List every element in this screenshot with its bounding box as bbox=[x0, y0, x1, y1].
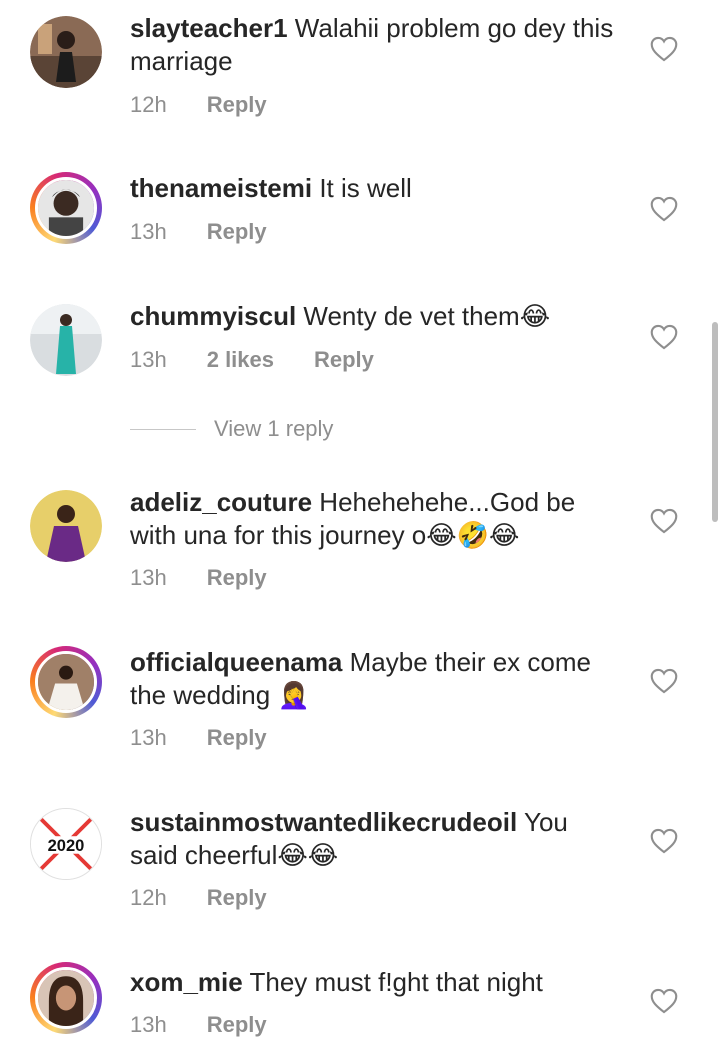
crossed-2020-logo-icon: 2020 bbox=[31, 809, 101, 879]
like-heart-icon[interactable] bbox=[650, 508, 678, 534]
comment-username[interactable]: adeliz_couture bbox=[130, 487, 312, 517]
comment-time: 12h bbox=[130, 92, 167, 117]
avatar-2020-text: 2020 bbox=[48, 836, 85, 855]
comment-text: xom_mie They must f!ght that night bbox=[130, 966, 620, 999]
avatar[interactable] bbox=[30, 962, 102, 1034]
reply-button[interactable]: Reply bbox=[207, 219, 267, 245]
comment-body: They must f!ght that night bbox=[249, 967, 543, 997]
like-heart-icon[interactable] bbox=[650, 196, 678, 222]
comment-time: 13h bbox=[130, 219, 167, 244]
comment-meta: 13h Reply bbox=[130, 219, 267, 245]
reply-button[interactable]: Reply bbox=[207, 565, 267, 591]
reply-button[interactable]: Reply bbox=[314, 347, 374, 373]
view-replies-label: View 1 reply bbox=[214, 416, 334, 441]
reply-button[interactable]: Reply bbox=[207, 885, 267, 911]
comment-body: It is well bbox=[319, 173, 412, 203]
avatar[interactable] bbox=[30, 304, 102, 376]
comment-time: 12h bbox=[130, 885, 167, 910]
comment-username[interactable]: chummyiscul bbox=[130, 301, 296, 331]
reply-button[interactable]: Reply bbox=[207, 92, 267, 118]
view-replies-divider bbox=[130, 428, 196, 430]
comment-username[interactable]: officialqueenama bbox=[130, 647, 342, 677]
comment-time: 13h bbox=[130, 1012, 167, 1037]
comment-text: thenameistemi It is well bbox=[130, 172, 620, 205]
avatar[interactable] bbox=[30, 172, 102, 244]
like-heart-icon[interactable] bbox=[650, 324, 678, 350]
comment-text: adeliz_couture Hehehehehe...God be with … bbox=[130, 486, 620, 552]
comment-meta: 13h Reply bbox=[130, 725, 267, 751]
comment-body: Wenty de vet them😂 bbox=[303, 301, 551, 331]
comment-meta: 12h Reply bbox=[130, 885, 267, 911]
avatar[interactable] bbox=[30, 490, 102, 562]
like-heart-icon[interactable] bbox=[650, 828, 678, 854]
reply-button[interactable]: Reply bbox=[207, 1012, 267, 1038]
reply-button[interactable]: Reply bbox=[207, 725, 267, 751]
comment-text: sustainmostwantedlikecrudeoil You said c… bbox=[130, 806, 620, 872]
comment-username[interactable]: xom_mie bbox=[130, 967, 243, 997]
avatar[interactable] bbox=[30, 16, 102, 88]
avatar[interactable] bbox=[30, 646, 102, 718]
avatar[interactable]: 2020 bbox=[30, 808, 102, 880]
comment-meta: 13h Reply bbox=[130, 1012, 267, 1038]
comment-meta: 13h 2 likes Reply bbox=[130, 347, 374, 373]
comment-text: officialqueenama Maybe their ex come the… bbox=[130, 646, 620, 712]
comment-username[interactable]: slayteacher1 bbox=[130, 13, 288, 43]
comment-username[interactable]: thenameistemi bbox=[130, 173, 312, 203]
comment-meta: 12h Reply bbox=[130, 92, 267, 118]
comment-meta: 13h Reply bbox=[130, 565, 267, 591]
like-heart-icon[interactable] bbox=[650, 988, 678, 1014]
scrollbar[interactable] bbox=[712, 322, 718, 522]
view-replies-button[interactable]: View 1 reply bbox=[130, 416, 333, 442]
likes-count[interactable]: 2 likes bbox=[207, 347, 274, 373]
comment-username[interactable]: sustainmostwantedlikecrudeoil bbox=[130, 807, 517, 837]
like-heart-icon[interactable] bbox=[650, 668, 678, 694]
comment-time: 13h bbox=[130, 565, 167, 590]
comment-text: chummyiscul Wenty de vet them😂 bbox=[130, 300, 620, 333]
comment-text: slayteacher1 Walahii problem go dey this… bbox=[130, 12, 620, 78]
like-heart-icon[interactable] bbox=[650, 36, 678, 62]
comment-time: 13h bbox=[130, 347, 167, 372]
comment-time: 13h bbox=[130, 725, 167, 750]
